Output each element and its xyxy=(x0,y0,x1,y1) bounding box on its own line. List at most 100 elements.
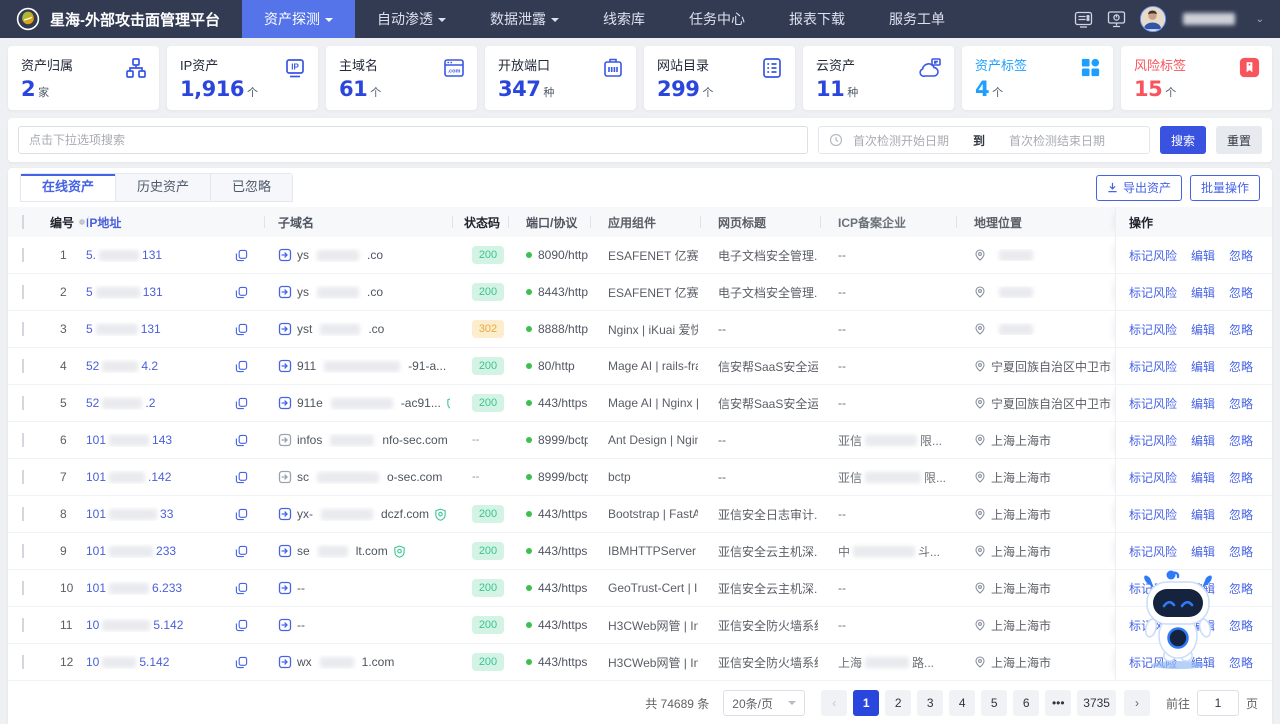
row-checkbox[interactable] xyxy=(22,507,24,521)
edit-action[interactable]: 编辑 xyxy=(1191,284,1215,301)
row-checkbox[interactable] xyxy=(22,618,24,632)
row-checkbox[interactable] xyxy=(22,359,24,373)
open-link-icon[interactable] xyxy=(278,433,292,447)
ignore-action[interactable]: 忽略 xyxy=(1229,506,1253,523)
search-button[interactable]: 搜索 xyxy=(1160,126,1206,154)
copy-ip-icon[interactable] xyxy=(235,471,248,484)
copy-ip-icon[interactable] xyxy=(235,619,248,632)
mark-risk-action[interactable]: 标记风险 xyxy=(1129,432,1177,449)
open-link-icon[interactable] xyxy=(278,655,292,669)
copy-ip-icon[interactable] xyxy=(235,360,248,373)
tab-online-assets[interactable]: 在线资产 xyxy=(21,174,115,201)
copy-ip-icon[interactable] xyxy=(235,434,248,447)
stat-card-risk-tags[interactable]: 风险标签 15个 xyxy=(1121,46,1272,110)
stat-card-domains[interactable]: 主域名 61个 .com xyxy=(326,46,477,110)
stat-card-cloud-assets[interactable]: 云资产 11种 xyxy=(803,46,954,110)
reset-button[interactable]: 重置 xyxy=(1216,126,1262,154)
ignore-action[interactable]: 忽略 xyxy=(1229,617,1253,634)
stat-card-site-directories[interactable]: 网站目录 299个 xyxy=(644,46,795,110)
robot-assistant-mascot[interactable] xyxy=(1138,566,1218,670)
open-link-icon[interactable] xyxy=(278,470,292,484)
page-number-button[interactable]: 5 xyxy=(981,690,1007,716)
row-checkbox[interactable] xyxy=(22,655,24,669)
ignore-action[interactable]: 忽略 xyxy=(1229,358,1253,375)
edit-action[interactable]: 编辑 xyxy=(1191,247,1215,264)
open-link-icon[interactable] xyxy=(278,507,292,521)
page-number-button[interactable]: 4 xyxy=(949,690,975,716)
ignore-action[interactable]: 忽略 xyxy=(1229,395,1253,412)
ignore-action[interactable]: 忽略 xyxy=(1229,284,1253,301)
stat-card-asset-tags[interactable]: 资产标签 4个 xyxy=(962,46,1113,110)
copy-ip-icon[interactable] xyxy=(235,508,248,521)
avatar[interactable] xyxy=(1140,6,1166,32)
edit-action[interactable]: 编辑 xyxy=(1191,469,1215,486)
tab-history-assets[interactable]: 历史资产 xyxy=(115,174,210,201)
row-checkbox[interactable] xyxy=(22,396,24,410)
open-link-icon[interactable] xyxy=(278,285,292,299)
mark-risk-action[interactable]: 标记风险 xyxy=(1129,543,1177,560)
ignore-action[interactable]: 忽略 xyxy=(1229,432,1253,449)
open-link-icon[interactable] xyxy=(278,544,292,558)
ignore-action[interactable]: 忽略 xyxy=(1229,580,1253,597)
chevron-down-icon[interactable]: ⌄ xyxy=(1256,14,1264,25)
select-all-checkbox[interactable] xyxy=(22,215,24,229)
nav-item-report-download[interactable]: 报表下载 xyxy=(767,0,867,38)
edit-action[interactable]: 编辑 xyxy=(1191,358,1215,375)
open-link-icon[interactable] xyxy=(278,396,292,410)
stat-card-open-ports[interactable]: 开放端口 347种 xyxy=(485,46,636,110)
ignore-action[interactable]: 忽略 xyxy=(1229,654,1253,671)
row-checkbox[interactable] xyxy=(22,581,24,595)
open-link-icon[interactable] xyxy=(278,322,292,336)
row-checkbox[interactable] xyxy=(22,433,24,447)
copy-ip-icon[interactable] xyxy=(235,286,248,299)
copy-ip-icon[interactable] xyxy=(235,323,248,336)
prev-page-button[interactable]: ‹ xyxy=(821,690,847,716)
edit-action[interactable]: 编辑 xyxy=(1191,395,1215,412)
mark-risk-action[interactable]: 标记风险 xyxy=(1129,358,1177,375)
nav-item-task-center[interactable]: 任务中心 xyxy=(667,0,767,38)
stat-card-asset-ownership[interactable]: 资产归属 2家 xyxy=(8,46,159,110)
mark-risk-action[interactable]: 标记风险 xyxy=(1129,469,1177,486)
copy-ip-icon[interactable] xyxy=(235,545,248,558)
ignore-action[interactable]: 忽略 xyxy=(1229,543,1253,560)
mark-risk-action[interactable]: 标记风险 xyxy=(1129,284,1177,301)
copy-ip-icon[interactable] xyxy=(235,249,248,262)
column-settings-gear-icon[interactable] xyxy=(78,216,86,228)
username-redacted[interactable] xyxy=(1183,13,1235,25)
search-input[interactable] xyxy=(18,126,808,154)
tab-ignored-assets[interactable]: 已忽略 xyxy=(210,174,292,201)
page-number-button[interactable]: 1 xyxy=(853,690,879,716)
row-checkbox[interactable] xyxy=(22,544,24,558)
nav-item-clue-library[interactable]: 线索库 xyxy=(581,0,667,38)
page-size-select[interactable]: 20条/页 xyxy=(723,690,805,716)
copy-ip-icon[interactable] xyxy=(235,656,248,669)
edit-action[interactable]: 编辑 xyxy=(1191,321,1215,338)
mark-risk-action[interactable]: 标记风险 xyxy=(1129,506,1177,523)
row-checkbox[interactable] xyxy=(22,285,24,299)
open-link-icon[interactable] xyxy=(278,618,292,632)
stat-card-ip-assets[interactable]: IP资产 1,916个 IP xyxy=(167,46,318,110)
copy-ip-icon[interactable] xyxy=(235,582,248,595)
open-link-icon[interactable] xyxy=(278,581,292,595)
date-end-placeholder[interactable]: 首次检测结束日期 xyxy=(1009,132,1105,149)
edit-action[interactable]: 编辑 xyxy=(1191,543,1215,560)
ignore-action[interactable]: 忽略 xyxy=(1229,247,1253,264)
next-page-button[interactable]: › xyxy=(1124,690,1150,716)
export-assets-button[interactable]: 导出资产 xyxy=(1096,175,1182,201)
open-link-icon[interactable] xyxy=(278,248,292,262)
goto-page-input[interactable] xyxy=(1197,690,1239,716)
row-checkbox[interactable] xyxy=(22,470,24,484)
nav-item-auto-pentest[interactable]: 自动渗透 xyxy=(355,0,468,38)
row-checkbox[interactable] xyxy=(22,248,24,262)
ignore-action[interactable]: 忽略 xyxy=(1229,321,1253,338)
nav-item-service-ticket[interactable]: 服务工单 xyxy=(867,0,967,38)
mark-risk-action[interactable]: 标记风险 xyxy=(1129,395,1177,412)
page-number-button[interactable]: 6 xyxy=(1013,690,1039,716)
monitor-icon[interactable] xyxy=(1107,10,1126,29)
page-number-button[interactable]: 2 xyxy=(885,690,911,716)
page-number-button[interactable]: 3 xyxy=(917,690,943,716)
date-range-picker[interactable]: 首次检测开始日期 到 首次检测结束日期 xyxy=(818,126,1150,154)
copy-ip-icon[interactable] xyxy=(235,397,248,410)
open-link-icon[interactable] xyxy=(278,359,292,373)
page-number-button[interactable]: 3735 xyxy=(1077,690,1116,716)
